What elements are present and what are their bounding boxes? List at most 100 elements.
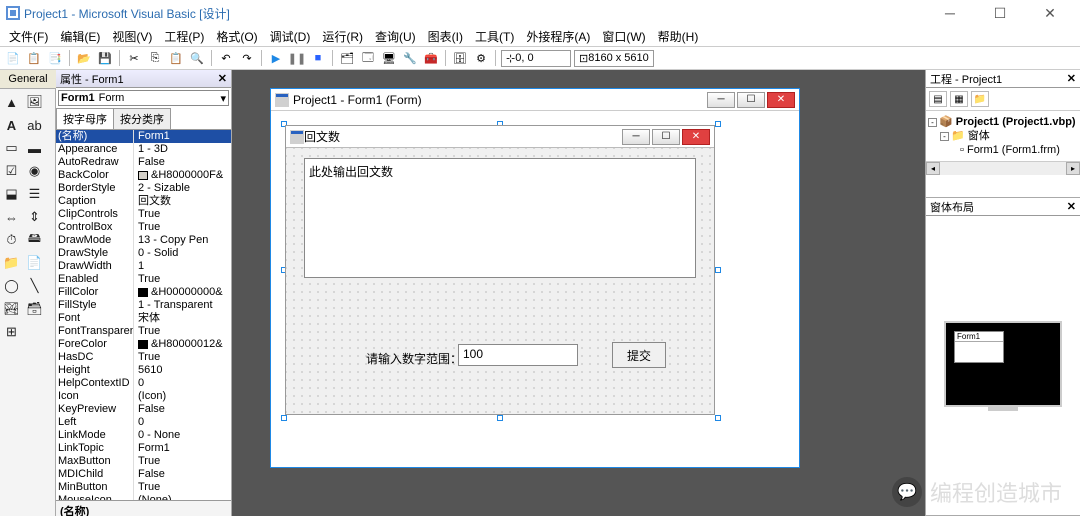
property-row[interactable]: MDIChildFalse [56, 468, 231, 481]
close-button[interactable]: ✕ [1032, 1, 1068, 25]
project-tree[interactable]: -📦 Project1 (Project1.vbp) -📁 窗体 ▫ Form1… [926, 111, 1080, 161]
filelistbox-tool[interactable]: 📄 [24, 252, 46, 274]
menu-addins[interactable]: 外接程序(A) [521, 26, 595, 47]
property-row[interactable]: ControlBoxTrue [56, 221, 231, 234]
property-row[interactable]: AutoRedrawFalse [56, 156, 231, 169]
menu-window[interactable]: 窗口(W) [597, 26, 650, 47]
checkbox-tool[interactable]: ☑ [1, 160, 23, 182]
designer-minimize-button[interactable]: ─ [707, 92, 735, 108]
designer-maximize-button[interactable]: ☐ [737, 92, 765, 108]
commandbutton-tool[interactable]: ▬ [24, 137, 46, 159]
form-layout-button[interactable]: 🖥 [380, 49, 398, 67]
add-form-button[interactable]: 📋 [25, 49, 43, 67]
line-tool[interactable]: ╲ [24, 275, 46, 297]
menu-run[interactable]: 运行(R) [317, 26, 368, 47]
property-row[interactable]: FillColor&H00000000& [56, 286, 231, 299]
combobox-tool[interactable]: ⬓ [1, 183, 23, 205]
data-tool[interactable]: 🗃 [24, 298, 46, 320]
menu-edit[interactable]: 编辑(E) [55, 26, 105, 47]
property-row[interactable]: EnabledTrue [56, 273, 231, 286]
layout-close-button[interactable]: ✕ [1067, 200, 1076, 213]
new-project-button[interactable]: 📄 [4, 49, 22, 67]
object-selector[interactable]: Form1Form▾ [58, 90, 229, 106]
tab-alphabetic[interactable]: 按字母序 [56, 108, 114, 129]
layout-form-thumbnail[interactable]: Form1 [954, 331, 1004, 363]
property-row[interactable]: BorderStyle2 - Sizable [56, 182, 231, 195]
ole-tool[interactable]: ⊞ [1, 321, 23, 343]
property-row[interactable]: MaxButtonTrue [56, 455, 231, 468]
output-textbox[interactable]: 此处输出回文数 [304, 158, 696, 278]
range-input[interactable]: 100 [458, 344, 578, 366]
property-row[interactable]: ClipControlsTrue [56, 208, 231, 221]
property-row[interactable]: DrawStyle0 - Solid [56, 247, 231, 260]
object-browser-button[interactable]: 🔧 [401, 49, 419, 67]
resize-handle[interactable] [497, 415, 503, 421]
hscrollbar-tool[interactable]: ⇔ [1, 206, 23, 228]
shape-tool[interactable]: ◯ [1, 275, 23, 297]
design-canvas[interactable]: 回文数 ─ ☐ ✕ 此处输出回文数 请输入数字范围： 100 提交 [277, 117, 793, 461]
property-row[interactable]: LinkMode0 - None [56, 429, 231, 442]
properties-button[interactable]: 🗔 [359, 49, 377, 67]
menu-query[interactable]: 查询(U) [370, 26, 421, 47]
properties-close-button[interactable]: ✕ [218, 72, 227, 85]
properties-grid[interactable]: (名称)Form1Appearance1 - 3DAutoRedrawFalse… [56, 130, 231, 500]
pointer-tool[interactable]: ▲ [1, 91, 23, 113]
project-explorer-button[interactable]: 🗂 [338, 49, 356, 67]
property-row[interactable]: Appearance1 - 3D [56, 143, 231, 156]
property-row[interactable]: FontTransparentTrue [56, 325, 231, 338]
property-row[interactable]: Font宋体 [56, 312, 231, 325]
property-row[interactable]: ForeColor&H80000012& [56, 338, 231, 351]
tab-categorized[interactable]: 按分类序 [113, 108, 171, 129]
submit-button[interactable]: 提交 [612, 342, 666, 368]
vscrollbar-tool[interactable]: ⇕ [24, 206, 46, 228]
toolbox-button[interactable]: 🧰 [422, 49, 440, 67]
open-button[interactable]: 📂 [75, 49, 93, 67]
maximize-button[interactable]: ☐ [982, 1, 1018, 25]
inner-minimize-button[interactable]: ─ [622, 129, 650, 145]
property-row[interactable]: HasDCTrue [56, 351, 231, 364]
designer-window[interactable]: Project1 - Form1 (Form) ─ ☐ ✕ [270, 88, 800, 468]
property-row[interactable]: Left0 [56, 416, 231, 429]
inner-maximize-button[interactable]: ☐ [652, 129, 680, 145]
save-button[interactable]: 💾 [96, 49, 114, 67]
optionbutton-tool[interactable]: ◉ [24, 160, 46, 182]
menu-debug[interactable]: 调试(D) [265, 26, 316, 47]
frame-tool[interactable]: ▭ [1, 137, 23, 159]
image-tool[interactable]: 🏞 [1, 298, 23, 320]
resize-handle[interactable] [715, 121, 721, 127]
property-row[interactable]: Icon(Icon) [56, 390, 231, 403]
label-tool[interactable]: A [1, 114, 23, 136]
property-row[interactable]: Height5610 [56, 364, 231, 377]
timer-tool[interactable]: ⏱ [1, 229, 23, 251]
menu-view[interactable]: 视图(V) [107, 26, 157, 47]
cut-button[interactable]: ✂ [125, 49, 143, 67]
property-row[interactable]: LinkTopicForm1 [56, 442, 231, 455]
end-button[interactable]: ■ [309, 49, 327, 67]
form-layout-view[interactable]: Form1 [926, 216, 1080, 515]
textbox-tool[interactable]: ab [24, 114, 46, 136]
menu-help[interactable]: 帮助(H) [653, 26, 704, 47]
resize-handle[interactable] [715, 415, 721, 421]
data-view-button[interactable]: 🗄 [451, 49, 469, 67]
property-row[interactable]: HelpContextID0 [56, 377, 231, 390]
drivelistbox-tool[interactable]: 🖴 [24, 229, 46, 251]
paste-button[interactable]: 📋 [167, 49, 185, 67]
start-button[interactable]: ▶ [267, 49, 285, 67]
break-button[interactable]: ❚❚ [288, 49, 306, 67]
dirlistbox-tool[interactable]: 📁 [1, 252, 23, 274]
menu-chart[interactable]: 图表(I) [423, 26, 468, 47]
listbox-tool[interactable]: ☰ [24, 183, 46, 205]
menu-editor-button[interactable]: 📑 [46, 49, 64, 67]
property-row[interactable]: KeyPreviewFalse [56, 403, 231, 416]
visual-component-button[interactable]: ⚙ [472, 49, 490, 67]
property-row[interactable]: MinButtonTrue [56, 481, 231, 494]
resize-handle[interactable] [715, 267, 721, 273]
form-design-surface[interactable]: 回文数 ─ ☐ ✕ 此处输出回文数 请输入数字范围： 100 提交 [285, 125, 715, 415]
property-row[interactable]: (名称)Form1 [56, 130, 231, 143]
minimize-button[interactable]: ─ [932, 1, 968, 25]
picturebox-tool[interactable]: 🖼 [24, 91, 46, 113]
view-object-button[interactable]: ▦ [950, 91, 968, 107]
toolbox-general-tab[interactable]: General [0, 70, 56, 89]
property-row[interactable]: FillStyle1 - Transparent [56, 299, 231, 312]
menu-tools[interactable]: 工具(T) [470, 26, 519, 47]
